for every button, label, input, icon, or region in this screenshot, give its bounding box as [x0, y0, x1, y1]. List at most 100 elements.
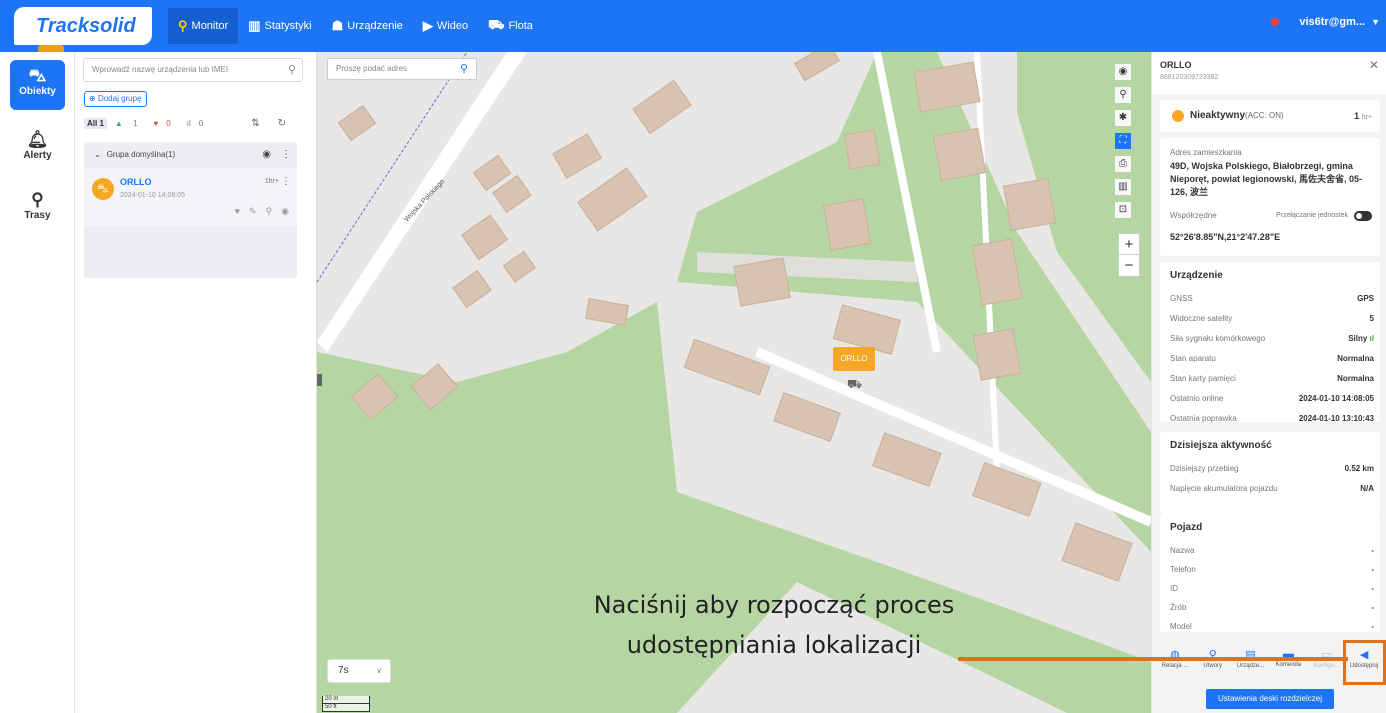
- row-value: 0.52 km: [1344, 464, 1374, 473]
- refresh-interval-select[interactable]: 7s ∨: [327, 659, 391, 683]
- group-name: Grupa domyślna(1): [106, 149, 176, 159]
- map-tools: ◉ ⚲ ✱ ⛶ ⎙ ▥ ⊡: [1115, 64, 1131, 225]
- device-section-title: Urządzenie: [1170, 270, 1223, 281]
- nav-device[interactable]: ☗ Urządzenie: [322, 8, 413, 44]
- map-layer-icon[interactable]: ▥: [1115, 179, 1131, 195]
- zoom-in-button[interactable]: +: [1119, 234, 1139, 255]
- unit-toggle-label: Przełączanie jednostek: [1276, 212, 1348, 219]
- duration-unit: hr+: [1361, 114, 1372, 121]
- row-label: Widoczne satelity: [1170, 314, 1233, 323]
- tracksolid-logo[interactable]: TracksolidPRO: [14, 7, 152, 85]
- action-config[interactable]: ▭ Konfigu...: [1308, 648, 1344, 680]
- sort-icon[interactable]: ⇅: [251, 118, 259, 129]
- filter-signal[interactable]: ıl 0: [187, 119, 211, 128]
- heart-icon: ♥: [153, 118, 159, 128]
- person-icon[interactable]: ⚲: [1115, 87, 1131, 103]
- action-relation[interactable]: ◍ Relacja ...: [1157, 648, 1193, 680]
- search-icon[interactable]: ⚲: [460, 59, 468, 79]
- vehicle-card: Pojazd Nazwa - Telefon - ID - Źrób - Model -: [1160, 514, 1380, 632]
- fullscreen-icon[interactable]: ⛶: [1115, 133, 1131, 149]
- traffic-icon[interactable]: ✱: [1115, 110, 1131, 126]
- search-icon[interactable]: ⚲: [288, 59, 296, 81]
- action-device[interactable]: ▤ Urządze...: [1233, 648, 1269, 680]
- refresh-icon[interactable]: ↻: [278, 118, 286, 129]
- row-value: Normalna: [1337, 354, 1374, 363]
- chevron-down-icon: ∨: [376, 666, 382, 675]
- group-header[interactable]: ⌄ Grupa domyślna(1) ◉ ⋮: [84, 142, 297, 166]
- print-icon[interactable]: ⎙: [1115, 156, 1131, 172]
- row-value: 5: [1369, 314, 1374, 323]
- nav-monitor[interactable]: ⚲ Monitor: [168, 8, 239, 44]
- row-label: Nazwa: [1170, 546, 1195, 555]
- info-row: Napięcie akumulatora pojazdu N/A: [1170, 484, 1374, 493]
- row-value: -: [1371, 546, 1374, 555]
- route-icon: ⚲: [31, 190, 44, 209]
- eye-icon[interactable]: ◉: [281, 206, 289, 217]
- address-search-placeholder: Proszę podać adres: [336, 64, 408, 73]
- details-imei: 868120309723382: [1160, 74, 1219, 81]
- refresh-interval-value: 7s: [338, 665, 349, 676]
- callout-line-1: Naciśnij aby rozpocząć proces: [593, 591, 955, 619]
- action-routes[interactable]: ⚲ Utwory: [1195, 648, 1231, 680]
- address-label: Adres zamieszkania: [1170, 148, 1242, 157]
- car-icon: ⛍: [28, 66, 47, 85]
- more-icon[interactable]: ⋮: [281, 176, 291, 187]
- info-row: Model -: [1170, 622, 1374, 631]
- filter-all[interactable]: All 1: [84, 117, 107, 129]
- info-row: Źrób -: [1170, 603, 1374, 612]
- acc-label: (ACC: ON): [1245, 111, 1284, 120]
- chevron-down-icon[interactable]: ⌄: [94, 150, 101, 159]
- user-menu[interactable]: vis6tr@gm... ▼: [1271, 16, 1380, 28]
- vehicle-label[interactable]: ORLLO: [833, 347, 875, 371]
- user-email: vis6tr@gm...: [1299, 16, 1366, 28]
- bell-icon: 🔔︎: [26, 130, 49, 149]
- sidebar-item-alerts[interactable]: 🔔︎ Alerty: [10, 124, 65, 174]
- eye-icon[interactable]: ◉: [262, 149, 271, 160]
- list-item[interactable]: ⛍ ORLLO 2024-01-10 14:08:05 1hr+ ⋮ ♥ ✎ ⚲ ◉: [84, 168, 297, 226]
- filter-alert[interactable]: ♥ 0: [154, 119, 179, 128]
- panel-collapse-handle[interactable]: [317, 374, 322, 386]
- locate-icon[interactable]: ◉: [1115, 64, 1131, 80]
- nav-fleet-label: Flota: [508, 20, 533, 32]
- filter-moving[interactable]: ▲ 1: [115, 119, 146, 128]
- route-icon[interactable]: ⚲: [266, 206, 273, 217]
- row-label: Dzisiejszy przebieg: [1170, 464, 1239, 473]
- status-filters: All 1 ▲ 1 ♥ 0 ıl 0 ⇅ ↻: [84, 116, 302, 130]
- filter-moving-count: 1: [133, 118, 138, 128]
- chevron-down-icon: ▼: [1371, 17, 1380, 27]
- nav-fleet[interactable]: ⛟ Flota: [478, 8, 543, 44]
- row-label: Model: [1170, 622, 1192, 631]
- close-icon[interactable]: ✕: [1369, 58, 1379, 72]
- add-group-button[interactable]: ⊕ Dodaj grupę: [84, 91, 147, 107]
- device-name[interactable]: ORLLO: [120, 177, 152, 187]
- address-search-input[interactable]: Proszę podać adres ⚲: [327, 58, 477, 80]
- action-command[interactable]: ▬ Komenda: [1270, 648, 1306, 680]
- notification-dot[interactable]: [1271, 18, 1280, 26]
- nav-video[interactable]: ▶ Wideo: [413, 8, 478, 44]
- status-label: Nieaktywny: [1190, 110, 1246, 121]
- unit-toggle[interactable]: [1354, 211, 1372, 221]
- scale-feet: 50 ft: [322, 704, 370, 712]
- row-value: 2024-01-10 14:08:05: [1298, 394, 1374, 403]
- row-label: Stan karty pamięci: [1170, 374, 1236, 383]
- row-label: Ostatnio online: [1170, 394, 1224, 403]
- device-icon: ☗: [331, 18, 344, 33]
- vehicle-marker-icon[interactable]: ⛟: [847, 377, 862, 393]
- sidebar-item-routes[interactable]: ⚲ Trasy: [10, 184, 65, 234]
- row-label: Siła sygnału komórkowego: [1170, 334, 1266, 343]
- row-value: -: [1371, 565, 1374, 574]
- signal-icon: ıl: [1369, 334, 1374, 343]
- heart-icon[interactable]: ♥: [235, 206, 240, 217]
- sidebar-item-objects[interactable]: ⛍ Obiekty: [10, 60, 65, 110]
- more-icon[interactable]: ⋮: [281, 149, 291, 160]
- action-label: Komenda: [1275, 662, 1302, 668]
- fit-view-icon[interactable]: ⊡: [1115, 202, 1131, 218]
- edit-icon[interactable]: ✎: [249, 206, 257, 217]
- zoom-control: + −: [1118, 233, 1140, 277]
- action-label: Relacja ...: [1161, 663, 1189, 669]
- nav-statistics[interactable]: ▥ Statystyki: [238, 8, 321, 44]
- device-search-input[interactable]: Wprowadź nazwę urządzenia lub IMEI ⚲: [83, 58, 303, 82]
- dashboard-settings-button[interactable]: Ustawienia deski rozdzielczej: [1206, 689, 1334, 709]
- moving-icon: ▲: [114, 118, 123, 128]
- zoom-out-button[interactable]: −: [1119, 255, 1139, 276]
